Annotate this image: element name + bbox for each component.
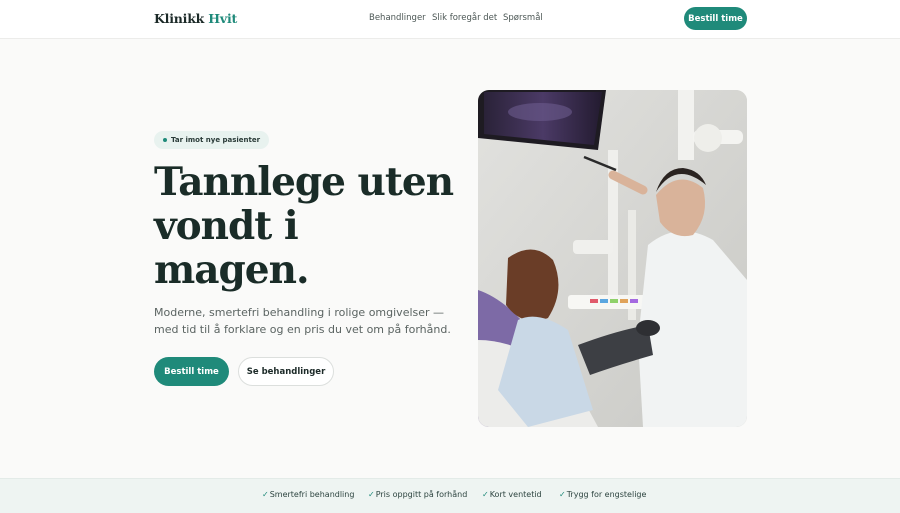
see-treatments-button[interactable]: Se behandlinger <box>238 357 334 386</box>
benefit-label: Trygg for engstelige <box>566 490 647 499</box>
nav-link-behandlinger[interactable]: Behandlinger <box>369 13 426 23</box>
top-bar: Klinikk Hvit Behandlinger Slik foregår d… <box>0 0 900 39</box>
dentist-photo-icon <box>478 90 747 427</box>
headline-line-2: vondt i <box>154 203 299 249</box>
check-icon: ✓ <box>368 490 375 499</box>
benefit-label: Smertefri behandling <box>269 490 355 499</box>
dot-icon <box>163 138 167 142</box>
check-icon: ✓ <box>482 490 489 499</box>
benefit-item: ✓Smertefri behandling <box>262 490 354 499</box>
check-icon: ✓ <box>559 490 566 499</box>
headline-line-3: magen. <box>154 247 310 293</box>
book-appointment-button-header[interactable]: Bestill time <box>684 7 747 30</box>
main-nav: Behandlinger Slik foregår det Spørsmål <box>0 13 900 27</box>
benefit-item: ✓Pris oppgitt på forhånd <box>368 490 467 499</box>
benefit-item: ✓Kort ventetid <box>482 490 542 499</box>
status-badge: Tar imot nye pasienter <box>154 131 270 149</box>
nav-link-slik-foregar-det[interactable]: Slik foregår det <box>432 13 497 23</box>
check-icon: ✓ <box>262 490 269 499</box>
book-appointment-button[interactable]: Bestill time <box>154 357 229 386</box>
benefits-strip: ✓Smertefri behandling ✓Pris oppgitt på f… <box>0 478 900 513</box>
nav-link-sporsmal[interactable]: Spørsmål <box>503 13 543 23</box>
headline-line-1: Tannlege uten <box>154 159 454 205</box>
badge-label: Tar imot nye pasienter <box>171 136 261 144</box>
hero-image <box>478 90 747 427</box>
hero-description: Moderne, smertefri behandling i rolige o… <box>154 306 451 336</box>
benefit-item: ✓Trygg for engstelige <box>559 490 646 499</box>
hero-headline: Tannlege uten vondt i magen. <box>154 160 454 292</box>
benefit-label: Kort ventetid <box>489 490 542 499</box>
benefit-label: Pris oppgitt på forhånd <box>375 490 468 499</box>
